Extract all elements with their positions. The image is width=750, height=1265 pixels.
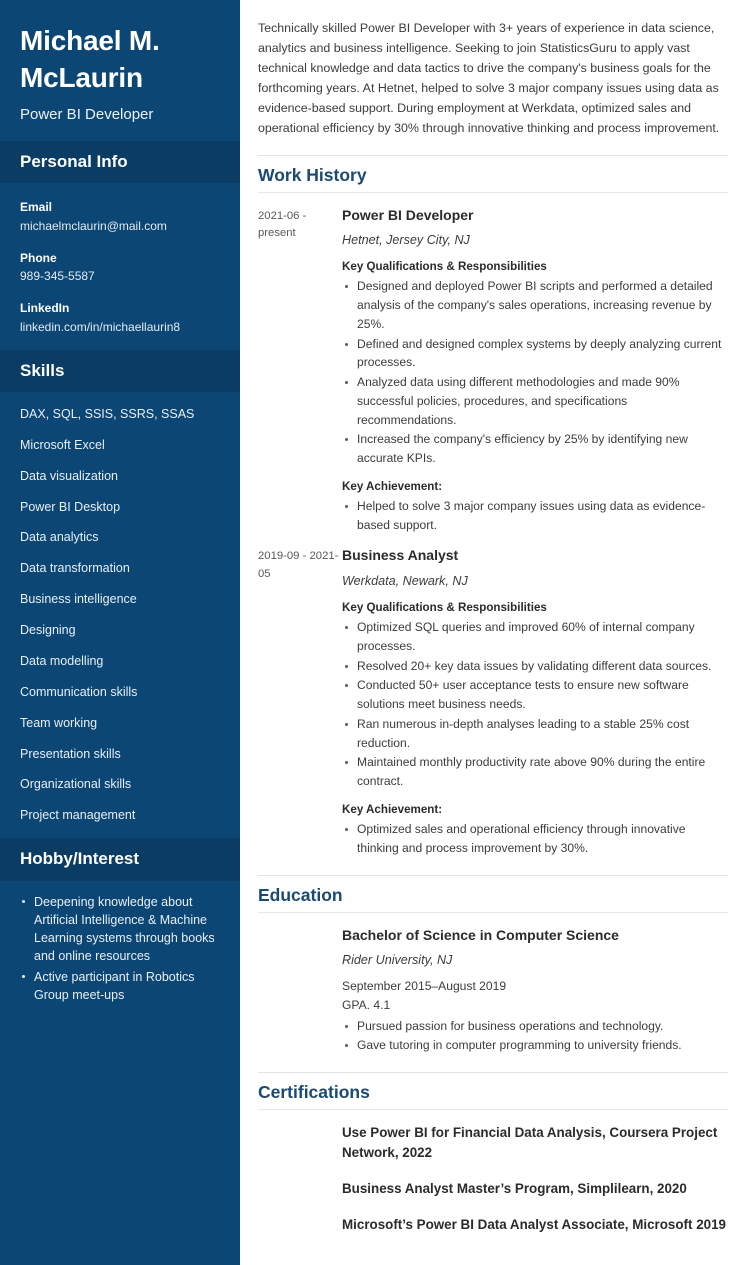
main-content: Technically skilled Power BI Developer w… [240,0,750,1265]
candidate-job-title: Power BI Developer [20,106,154,124]
list-item: Deepening knowledge about Artificial Int… [20,893,220,966]
education-entry-dates-spacer [258,926,342,928]
contact-label: LinkedIn [20,301,70,316]
list-item: Business intelligence [20,592,137,607]
professional-summary: Technically skilled Power BI Developer w… [258,21,720,136]
education-school: Rider University, NJ [342,952,453,967]
qualifications-label: Key Qualifications & Responsibilities [342,260,547,274]
sidebar: Michael M. McLaurin Power BI Developer P… [0,0,240,1265]
contact-item-linkedin: LinkedIn linkedin.com/in/michaellaurin8 [20,300,220,335]
list-item: Optimized sales and operational efficien… [342,820,728,857]
list-item: Increased the company's efficiency by 25… [342,430,728,467]
certifications-heading: Certifications [258,1082,370,1103]
work-entry-body: Power BI Developer Hetnet, Jersey City, … [342,206,728,536]
education-header: Education [258,874,728,913]
contact-label: Phone [20,250,57,265]
education-bullets: Pursued passion for business operations … [342,1017,728,1055]
work-entry: 2019-09 - 2021-05 Business Analyst Werkd… [258,546,728,858]
qualifications-list: Designed and deployed Power BI scripts a… [342,277,728,467]
certification-entry: Microsoft’s Power BI Data Analyst Associ… [258,1215,728,1235]
hobby-header: Hobby/Interest [0,838,240,881]
certification-title: Microsoft’s Power BI Data Analyst Associ… [342,1216,726,1232]
work-entry-dates: 2021-06 - present [258,209,307,240]
skills-list: DAX, SQL, SSIS, SSRS, SSAS Microsoft Exc… [0,392,240,838]
hobby-heading: Hobby/Interest [20,849,140,869]
list-item: Optimized SQL queries and improved 60% o… [342,618,728,655]
contact-item-email: Email michaelmclaurin@mail.com [20,199,220,234]
skills-heading: Skills [20,360,65,380]
education-dates: September 2015–August 2019 [342,979,507,994]
work-entry-organization: Hetnet, Jersey City, NJ [342,232,470,247]
section-education: Education Bachelor of Science in Compute… [258,874,728,1057]
list-item: Conducted 50+ user acceptance tests to e… [342,676,728,713]
resume-page: Michael M. McLaurin Power BI Developer P… [0,0,750,1265]
candidate-name: Michael M. McLaurin [20,25,160,94]
work-history-header: Work History [258,154,728,193]
list-item: Project management [20,808,136,823]
section-work-history: Work History 2021-06 - present Power BI … [258,154,728,859]
section-certifications: Certifications Use Power BI for Financia… [258,1072,728,1234]
personal-info-heading: Personal Info [20,151,128,171]
list-item: Ran numerous in-depth analyses leading t… [342,715,728,752]
skills-header: Skills [0,349,240,392]
list-item: DAX, SQL, SSIS, SSRS, SSAS [20,406,195,421]
qualifications-label: Key Qualifications & Responsibilities [342,601,547,615]
contact-label: Email [20,200,53,215]
list-item: Resolved 20+ key data issues by validati… [342,657,728,676]
list-item: Organizational skills [20,777,132,792]
list-item: Defined and designed complex systems by … [342,335,728,372]
work-entry: 2021-06 - present Power BI Developer Het… [258,206,728,536]
identity-block: Michael M. McLaurin Power BI Developer [0,0,240,141]
education-entry-body: Bachelor of Science in Computer Science … [342,926,728,1056]
contact-value-email[interactable]: michaelmclaurin@mail.com [20,217,220,235]
contact-value-linkedin[interactable]: linkedin.com/in/michaellaurin8 [20,318,220,336]
work-entry-dates: 2019-09 - 2021-05 [258,550,339,580]
list-item: Gave tutoring in computer programming to… [342,1036,728,1055]
list-item: Designed and deployed Power BI scripts a… [342,277,728,333]
achievement-list: Optimized sales and operational efficien… [342,820,728,857]
work-entry-title: Power BI Developer [342,206,474,223]
list-item: Data analytics [20,530,99,545]
list-item: Pursued passion for business operations … [342,1017,728,1036]
list-item: Presentation skills [20,746,121,761]
education-gpa: GPA. 4.1 [342,997,391,1012]
list-item: Designing [20,623,76,638]
work-entry-organization: Werkdata, Newark, NJ [342,573,468,588]
list-item: Data visualization [20,468,118,483]
education-entry: Bachelor of Science in Computer Science … [258,926,728,1056]
list-item: Power BI Desktop [20,499,121,514]
education-heading: Education [258,884,343,905]
contact-value-phone[interactable]: 989-345-5587 [20,267,220,285]
list-item: Active participant in Robotics Group mee… [20,968,220,1004]
hobby-list: Deepening knowledge about Artificial Int… [0,881,240,1018]
certification-title: Use Power BI for Financial Data Analysis… [342,1125,718,1161]
list-item: Communication skills [20,684,138,699]
work-entry-title: Business Analyst [342,547,459,564]
certifications-header: Certifications [258,1072,728,1111]
list-item: Helped to solve 3 major company issues u… [342,497,728,534]
list-item: Microsoft Excel [20,437,105,452]
achievement-label: Key Achievement: [342,802,443,816]
certification-dates-spacer [258,1215,342,1217]
education-degree: Bachelor of Science in Computer Science [342,926,619,943]
contact-item-phone: Phone 989-345-5587 [20,250,220,285]
certification-dates-spacer [258,1123,342,1125]
qualifications-list: Optimized SQL queries and improved 60% o… [342,618,728,791]
list-item: Analyzed data using different methodolog… [342,373,728,429]
list-item: Maintained monthly productivity rate abo… [342,753,728,790]
work-entry-body: Business Analyst Werkdata, Newark, NJ Ke… [342,546,728,858]
certification-title: Business Analyst Master’s Program, Simpl… [342,1180,687,1196]
personal-info-list: Email michaelmclaurin@mail.com Phone 989… [0,183,240,349]
achievement-label: Key Achievement: [342,479,443,493]
personal-info-header: Personal Info [0,140,240,184]
certification-entry: Business Analyst Master’s Program, Simpl… [258,1179,728,1199]
achievement-list: Helped to solve 3 major company issues u… [342,497,728,534]
list-item: Data transformation [20,561,130,576]
list-item: Team working [20,715,98,730]
work-history-heading: Work History [258,164,367,185]
list-item: Data modelling [20,653,104,668]
certification-dates-spacer [258,1179,342,1181]
certification-entry: Use Power BI for Financial Data Analysis… [258,1123,728,1163]
